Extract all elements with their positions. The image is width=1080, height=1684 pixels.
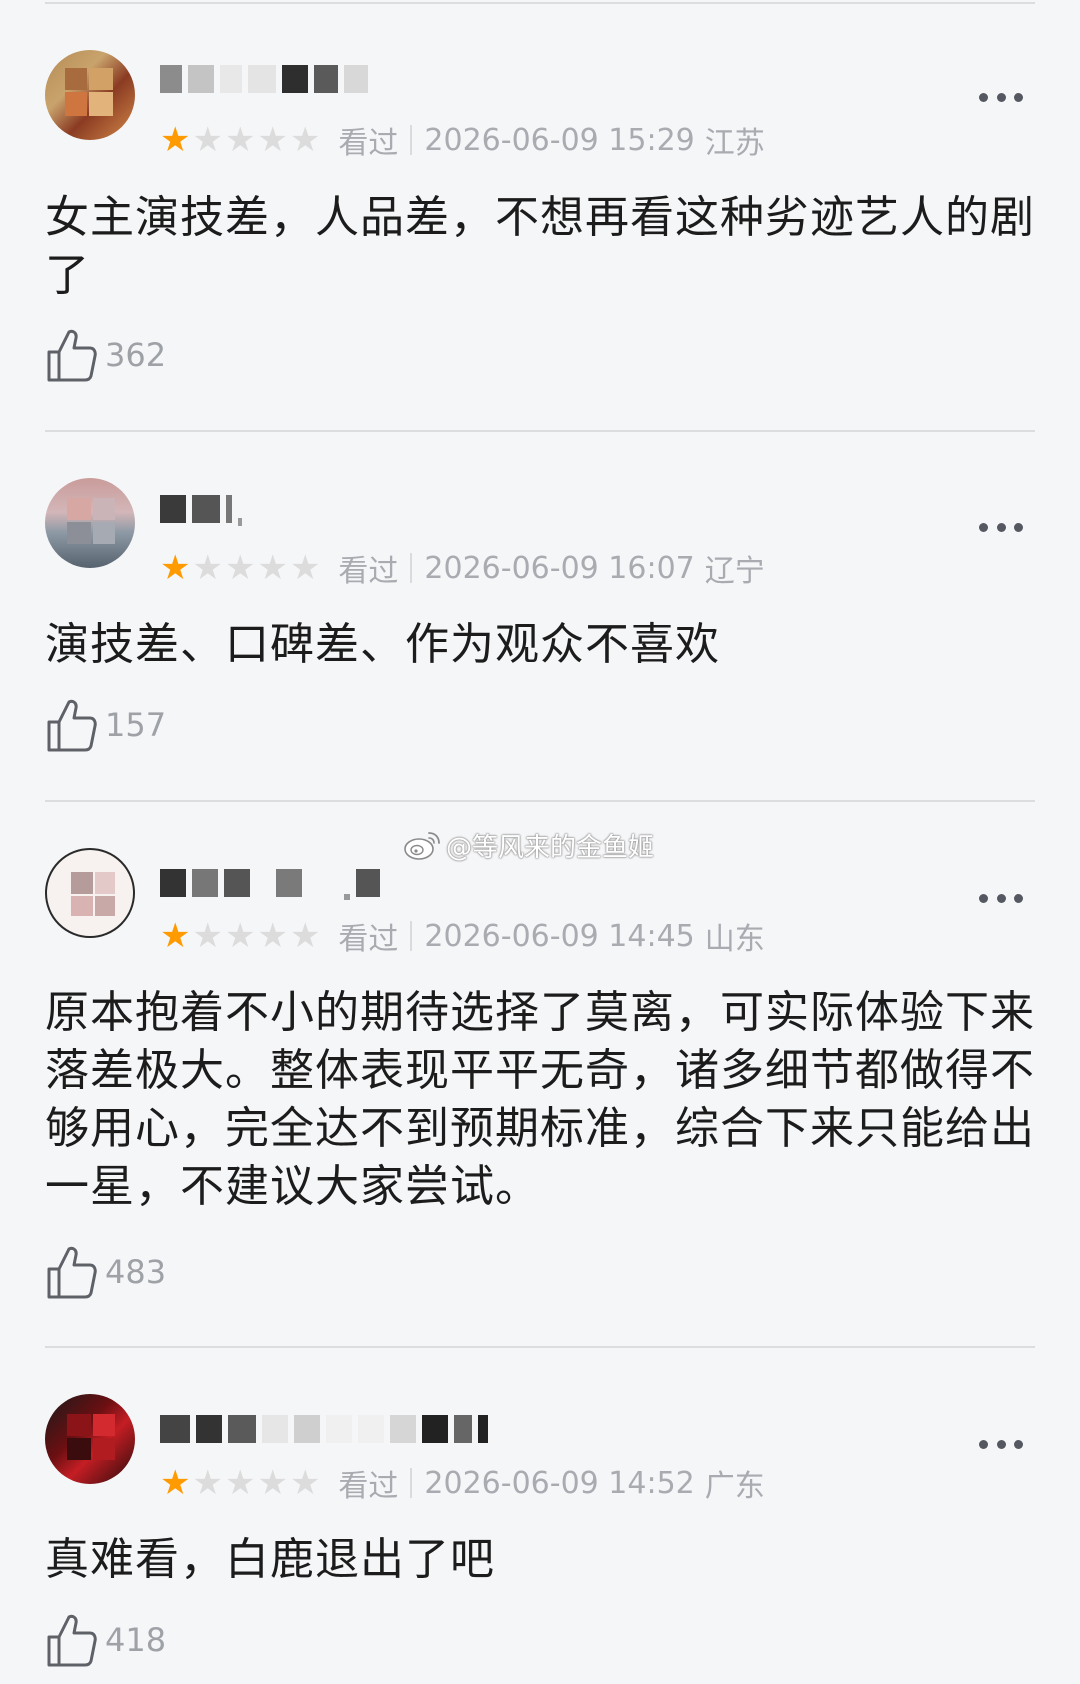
star-icon: ★: [192, 548, 223, 588]
like-button[interactable]: 483: [45, 1243, 166, 1301]
rating-stars: ★ ★ ★ ★ ★: [160, 548, 320, 588]
like-count: 157: [105, 706, 167, 744]
star-icon: ★: [257, 916, 288, 956]
username-blurred: [160, 62, 368, 96]
star-icon: ★: [160, 916, 191, 956]
star-icon: ★: [192, 120, 223, 160]
meta-separator: [410, 553, 413, 583]
rating-stars: ★ ★ ★ ★ ★: [160, 1463, 320, 1503]
username-blurred: [160, 492, 242, 526]
watch-status: 看过: [338, 126, 399, 161]
username-blurred: [160, 1412, 488, 1446]
review-text: 原本抱着不小的期待选择了莫离，可实际体验下来落差极大。整体表现平平无奇，诸多细节…: [45, 987, 1035, 1212]
meta-separator: [410, 1468, 413, 1498]
star-icon: ★: [160, 1463, 191, 1503]
more-options-button[interactable]: [979, 91, 1023, 103]
thumbs-up-icon: [47, 699, 97, 752]
more-dot: [1014, 1439, 1023, 1449]
review-item: ★ ★ ★ ★ ★ 看过 2026-06-09 14:45 山东 原本抱着不小的…: [45, 800, 1035, 1348]
review-location: 广东: [704, 1469, 765, 1504]
review-datetime: 2026-06-09 14:45: [424, 918, 695, 954]
like-button[interactable]: 362: [45, 326, 166, 384]
star-icon: ★: [257, 548, 288, 588]
review-text: 女主演技差，人品差，不想再看这种劣迹艺人的剧了: [45, 192, 1035, 301]
star-icon: ★: [224, 548, 256, 588]
more-dot: [979, 1439, 988, 1449]
review-location: 山东: [704, 922, 765, 957]
avatar[interactable]: [45, 50, 135, 140]
star-icon: ★: [224, 120, 256, 160]
username-blurred: [160, 866, 380, 900]
review-location: 江苏: [704, 126, 765, 161]
star-icon: ★: [192, 1463, 223, 1503]
star-icon: ★: [224, 1463, 256, 1503]
more-options-button[interactable]: [979, 521, 1023, 533]
thumbs-up-icon: [47, 329, 97, 382]
review-meta: ★ ★ ★ ★ ★ 看过 2026-06-09 14:52 广东: [160, 1463, 765, 1504]
more-dot: [1014, 92, 1023, 102]
review-datetime: 2026-06-09 14:52: [424, 1465, 695, 1501]
avatar[interactable]: [45, 1394, 135, 1484]
star-icon: ★: [160, 120, 191, 160]
review-text: 演技差、口碑差、作为观众不喜欢: [45, 619, 720, 670]
review-meta: ★ ★ ★ ★ ★ 看过 2026-06-09 16:07 辽宁: [160, 548, 765, 589]
review-item: ★ ★ ★ ★ ★ 看过 2026-06-09 15:29 江苏 女主演技差，人…: [45, 0, 1035, 432]
like-button[interactable]: 157: [45, 696, 166, 754]
more-dot: [996, 1439, 1006, 1449]
review-location: 辽宁: [704, 554, 765, 589]
star-icon: ★: [289, 916, 321, 956]
star-icon: ★: [289, 1463, 321, 1503]
review-datetime: 2026-06-09 15:29: [424, 122, 695, 158]
more-dot: [996, 522, 1006, 532]
star-icon: ★: [257, 1463, 288, 1503]
review-datetime: 2026-06-09 16:07: [424, 550, 695, 586]
star-icon: ★: [224, 916, 256, 956]
like-button[interactable]: 418: [45, 1611, 166, 1669]
like-count: 483: [105, 1253, 167, 1291]
more-dot: [1014, 893, 1023, 903]
thumbs-up-icon: [47, 1614, 97, 1667]
meta-separator: [410, 921, 413, 951]
like-count: 418: [105, 1621, 167, 1659]
star-icon: ★: [289, 548, 321, 588]
review-meta: ★ ★ ★ ★ ★ 看过 2026-06-09 15:29 江苏: [160, 120, 765, 161]
more-dot: [996, 893, 1006, 903]
more-dot: [1014, 522, 1023, 532]
more-options-button[interactable]: [979, 1438, 1023, 1450]
review-item: ★ ★ ★ ★ ★ 看过 2026-06-09 14:52 广东 真难看，白鹿退…: [45, 1346, 1035, 1684]
rating-stars: ★ ★ ★ ★ ★: [160, 120, 320, 160]
more-dot: [979, 893, 988, 903]
thumbs-up-icon: [47, 1246, 97, 1299]
watch-status: 看过: [338, 1469, 399, 1504]
more-dot: [979, 522, 988, 532]
like-count: 362: [105, 336, 167, 374]
review-item: ★ ★ ★ ★ ★ 看过 2026-06-09 16:07 辽宁 演技差、口碑差…: [45, 430, 1035, 802]
avatar[interactable]: [45, 478, 135, 568]
review-meta: ★ ★ ★ ★ ★ 看过 2026-06-09 14:45 山东: [160, 916, 765, 957]
star-icon: ★: [192, 916, 223, 956]
review-text: 真难看，白鹿退出了吧: [45, 1534, 495, 1585]
meta-separator: [410, 125, 413, 155]
rating-stars: ★ ★ ★ ★ ★: [160, 916, 320, 956]
star-icon: ★: [289, 120, 321, 160]
avatar[interactable]: [45, 848, 135, 938]
watch-status: 看过: [338, 922, 399, 957]
star-icon: ★: [257, 120, 288, 160]
star-icon: ★: [160, 548, 191, 588]
more-dot: [979, 92, 988, 102]
more-options-button[interactable]: [979, 892, 1023, 904]
more-dot: [996, 92, 1006, 102]
watch-status: 看过: [338, 554, 399, 589]
